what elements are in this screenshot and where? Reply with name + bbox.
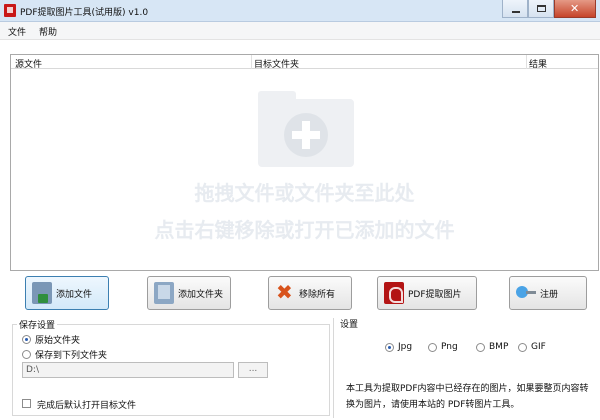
column-divider	[251, 55, 252, 69]
remove-all-button[interactable]: 移除所有	[268, 276, 352, 310]
format-bmp-option[interactable]: BMP	[476, 342, 508, 352]
add-folder-button[interactable]: 添加文件夹	[147, 276, 231, 310]
radio-custom-folder-indicator[interactable]	[22, 350, 31, 359]
window-title: PDF提取图片工具(试用版) v1.0	[20, 8, 149, 18]
extract-images-label: PDF提取图片	[408, 289, 462, 300]
save-path-input[interactable]	[22, 362, 234, 378]
pdf-icon	[384, 282, 404, 304]
add-folder-icon	[154, 282, 174, 304]
open-after-checkbox[interactable]	[22, 399, 31, 408]
format-jpg-option[interactable]: Jpg	[385, 342, 412, 352]
browse-button[interactable]: ...	[238, 362, 268, 378]
menu-help[interactable]: 帮助	[39, 25, 57, 38]
register-label: 注册	[540, 289, 559, 300]
list-header: 源文件 目标文件夹 结果	[11, 55, 598, 70]
remove-icon	[275, 281, 295, 304]
add-file-icon	[32, 282, 52, 304]
plus-icon	[284, 113, 328, 157]
radio-original-folder-label: 原始文件夹	[35, 336, 81, 346]
format-jpg-indicator[interactable]	[385, 342, 394, 352]
radio-original-folder-indicator[interactable]	[22, 335, 31, 344]
format-jpg-label: Jpg	[398, 342, 413, 352]
format-gif-indicator[interactable]	[518, 342, 527, 352]
add-file-label: 添加文件	[56, 289, 93, 300]
save-settings-legend: 保存设置	[17, 318, 58, 331]
radio-custom-folder-label: 保存到下列文件夹	[35, 351, 108, 361]
open-after-label: 完成后默认打开目标文件	[37, 401, 137, 411]
close-icon: ✕	[570, 2, 580, 15]
drop-hint: 拖拽文件或文件夹至此处	[194, 181, 415, 205]
column-result[interactable]: 结果	[529, 57, 547, 70]
column-target-folder[interactable]: 目标文件夹	[254, 57, 299, 70]
close-button[interactable]: ✕	[554, 0, 596, 18]
column-divider	[526, 55, 527, 69]
format-gif-option[interactable]: GIF	[518, 342, 546, 352]
window-controls: ✕	[502, 0, 596, 18]
add-folder-label: 添加文件夹	[178, 289, 224, 300]
menu-file[interactable]: 文件	[8, 25, 26, 38]
format-png-option[interactable]: Png	[428, 342, 458, 352]
radio-original-folder[interactable]: 原始文件夹	[22, 333, 80, 346]
format-png-indicator[interactable]	[428, 342, 437, 352]
remove-all-label: 移除所有	[299, 289, 336, 300]
title-bar: PDF提取图片工具(试用版) v1.0 ✕	[0, 0, 600, 22]
context-menu-hint: 点击右键移除或打开已添加的文件	[154, 218, 455, 242]
tool-description: 本工具为提取PDF内容中已经存在的图片，如果要整页内容转换为图片，请使用本站的 …	[346, 384, 589, 410]
format-gif-label: GIF	[531, 342, 546, 352]
minimize-icon	[512, 11, 520, 13]
add-file-button[interactable]: 添加文件	[25, 276, 109, 310]
column-source-file[interactable]: 源文件	[15, 57, 42, 70]
minimize-button[interactable]	[502, 0, 528, 18]
radio-custom-folder[interactable]: 保存到下列文件夹	[22, 348, 107, 361]
file-list[interactable]: 源文件 目标文件夹 结果 拖拽文件或文件夹至此处 点击右键移除或打开已添加的文件	[10, 54, 599, 271]
group-divider	[333, 318, 334, 418]
register-button[interactable]: 注册	[509, 276, 587, 310]
format-bmp-label: BMP	[489, 342, 509, 352]
maximize-icon	[537, 5, 546, 12]
extract-images-button[interactable]: PDF提取图片	[377, 276, 477, 310]
format-bmp-indicator[interactable]	[476, 342, 485, 352]
maximize-button[interactable]	[528, 0, 554, 18]
format-png-label: Png	[441, 342, 458, 352]
menu-bar: 文件 帮助	[0, 22, 600, 40]
pdf-app-icon	[4, 4, 16, 17]
key-icon	[516, 282, 536, 304]
settings-legend: 设置	[338, 317, 361, 330]
add-folder-placeholder-icon	[258, 91, 354, 167]
